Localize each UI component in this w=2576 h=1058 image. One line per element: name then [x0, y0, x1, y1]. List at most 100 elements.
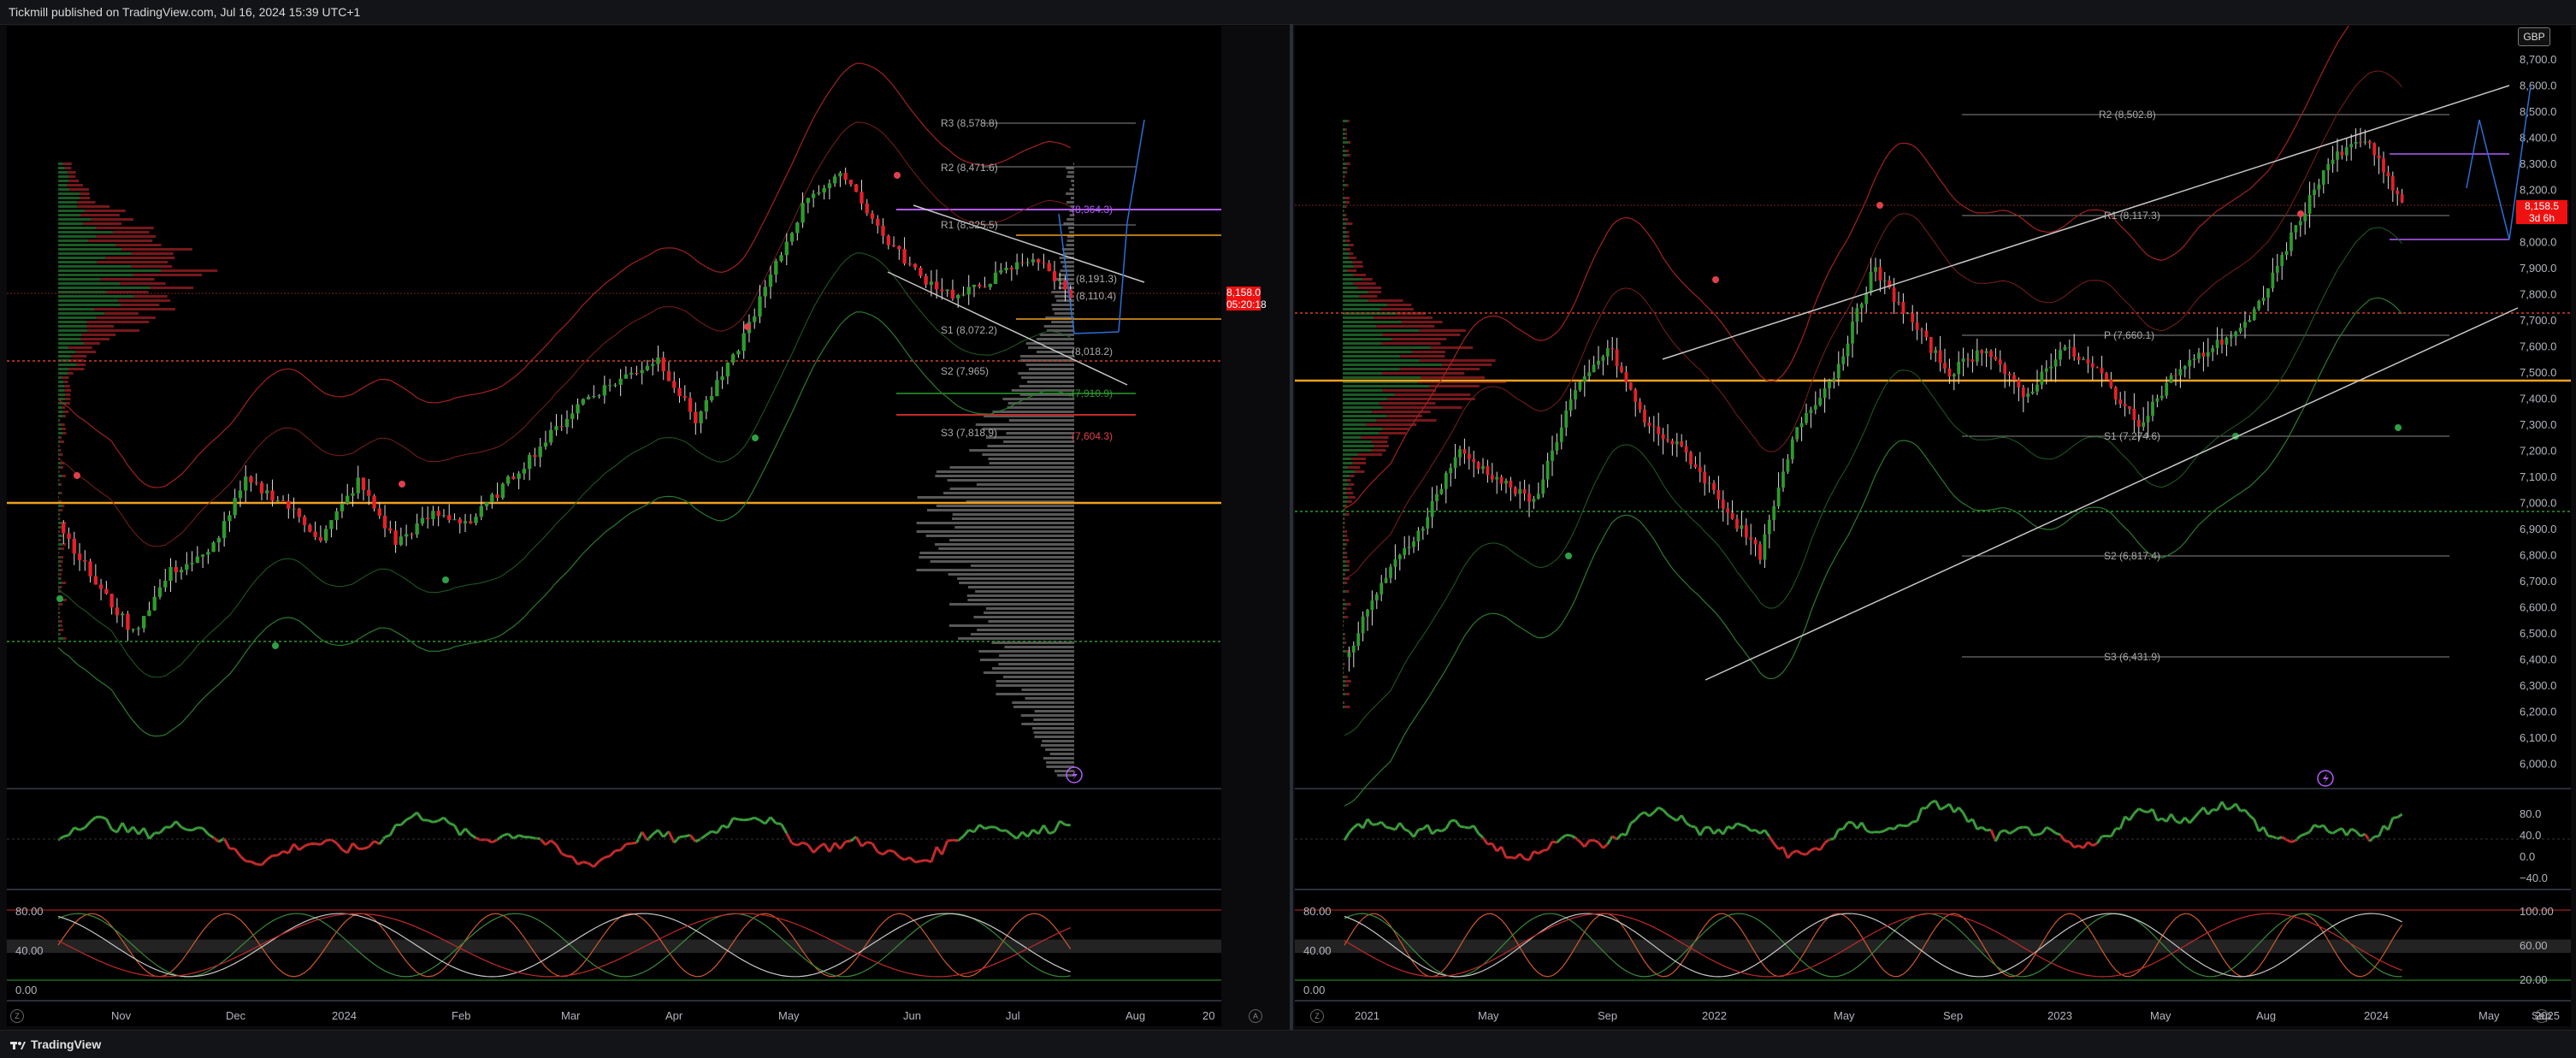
oscillator-line [294, 844, 299, 850]
candle-body [1870, 272, 1873, 293]
volume-profile-bar [1343, 526, 1344, 529]
volume-profile-bar [1343, 180, 1344, 182]
volume-profile-bar [58, 227, 96, 229]
candle-body [88, 561, 92, 576]
candle-body [1435, 494, 1439, 501]
candle-body [2082, 359, 2085, 360]
left-zoom-icon[interactable]: Z [10, 1009, 24, 1023]
left-chart-svg[interactable]: 8,800.08,700.08,600.08,500.08,400.08,300… [7, 26, 1221, 1026]
oscillator-line [1492, 843, 1497, 851]
volume-profile-bar [60, 603, 63, 606]
oscillator-line [192, 828, 198, 830]
candle-body [1477, 462, 1480, 469]
oscillator-line [824, 843, 830, 852]
volume-profile-bar [1343, 440, 1372, 443]
volume-profile-bar [59, 513, 60, 516]
pane-divider[interactable] [1290, 24, 1293, 1030]
volume-profile-bar [59, 449, 61, 452]
volume-profile-bar [1343, 227, 1344, 229]
right-chart-pane[interactable]: 8,700.08,600.08,500.08,400.08,300.08,200… [1295, 26, 2571, 1026]
volume-profile-bar [1343, 197, 1345, 199]
right-auto-icon[interactable]: A [2535, 1009, 2549, 1023]
volume-profile-bar [1343, 321, 1402, 323]
candle-body [2401, 194, 2404, 203]
oscillator-line [224, 838, 229, 848]
volume-profile-bar [1343, 141, 1348, 144]
candle-body [1939, 350, 1942, 363]
signal-dot [752, 434, 759, 441]
x-axis-tick-label: May [1478, 1009, 1499, 1022]
oscillator-line [267, 855, 272, 859]
x-axis-tick-label: 2023 [2047, 1009, 2072, 1022]
candle-body [608, 385, 612, 386]
volume-profile-bar [60, 564, 61, 567]
pivot-label: (8,364.3) [1072, 204, 1113, 216]
y-axis-tick-label: 8,200.0 [2520, 184, 2556, 197]
volume-profile-bar [1345, 706, 1350, 708]
pivot-label: P (7,660.1) [2104, 329, 2154, 341]
volume-profile-bar [58, 295, 134, 298]
candle-body [1010, 268, 1013, 269]
candle-body [244, 476, 247, 490]
candle-body [2331, 160, 2335, 164]
volume-profile-bar [59, 470, 60, 473]
oscillator-line [1028, 830, 1033, 836]
volume-profile-bar [1343, 436, 1361, 439]
volume-profile-bar [62, 428, 65, 430]
oscillator-line [1543, 850, 1547, 851]
oscillator-line [1354, 824, 1358, 827]
oscillator-line [883, 850, 889, 854]
candle-body [758, 297, 761, 317]
volume-profile-bar [1343, 325, 1376, 328]
oscillator-line [2333, 830, 2337, 833]
left-auto-icon[interactable]: A [1249, 1009, 1262, 1023]
candle-body [2165, 383, 2168, 396]
volume-profile-bar [1343, 295, 1359, 298]
visible-range-volume-bar [1068, 227, 1074, 229]
candle-body [1629, 382, 1633, 389]
candle-body [2170, 375, 2173, 383]
volume-profile-bar [1402, 321, 1442, 323]
right-chart-svg[interactable]: 8,700.08,600.08,500.08,400.08,300.08,200… [1295, 26, 2571, 1026]
oscillator-line [2093, 843, 2097, 846]
volume-profile-bar [64, 385, 70, 387]
tradingview-logo[interactable]: TradingView [10, 1037, 101, 1051]
volume-profile-bar [62, 475, 66, 477]
candle-body [115, 607, 119, 615]
x-axis-tick-label: 20 [1202, 1009, 1214, 1022]
trend-line [888, 272, 1127, 385]
currency-badge[interactable]: GBP [2518, 27, 2550, 46]
volume-profile-bar [60, 453, 63, 456]
candle-body [828, 183, 831, 188]
candle-body [474, 517, 477, 523]
oscillator-line [112, 830, 117, 832]
oscillator-line [2351, 829, 2355, 831]
oscillator-line [2060, 835, 2065, 841]
candle-body [421, 518, 424, 524]
candle-body [109, 594, 113, 607]
candle-body [1703, 472, 1706, 483]
candle-body [2289, 233, 2293, 251]
volume-profile-bar [58, 505, 62, 507]
visible-range-volume-bar [1012, 701, 1074, 704]
candle-body [2142, 423, 2145, 427]
x-axis-tick-label: 2021 [1355, 1009, 1380, 1022]
candle-body [1587, 372, 1591, 376]
volume-profile-bar [1343, 415, 1386, 417]
candle-body [1925, 331, 1929, 338]
left-chart-pane[interactable]: 8,800.08,700.08,600.08,500.08,400.08,300… [7, 26, 1221, 1026]
candle-body [1689, 452, 1693, 464]
right-zoom-icon[interactable]: Z [1310, 1009, 1324, 1023]
candle-body [629, 373, 633, 375]
oscillator-line [2379, 825, 2384, 836]
visible-range-volume-bar [953, 513, 1074, 516]
candle-body [1708, 483, 1711, 484]
candle-body [720, 376, 724, 380]
volume-profile-bar [1343, 641, 1344, 644]
signal-dot [744, 323, 751, 330]
candle-body [774, 261, 777, 275]
candle-body [2207, 352, 2210, 357]
candle-body [319, 537, 322, 541]
candle-body [1463, 449, 1467, 453]
volume-profile-bar [1350, 252, 1354, 255]
